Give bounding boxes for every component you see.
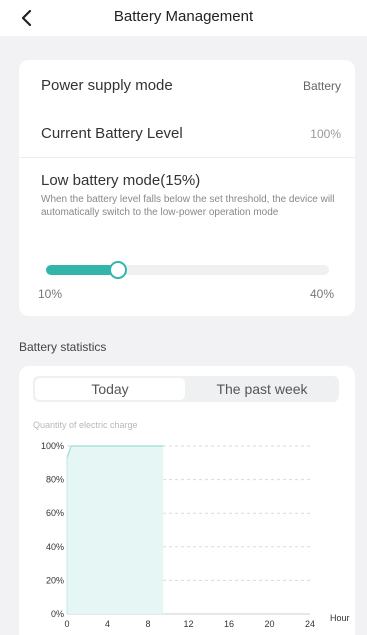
y-tick-label: 0%	[51, 609, 64, 619]
x-tick-label: 12	[183, 619, 193, 629]
y-tick-label: 20%	[46, 575, 64, 585]
top-bar: Battery Management	[0, 0, 367, 36]
x-tick-label: 4	[105, 619, 110, 629]
y-tick-label: 80%	[46, 475, 64, 485]
y-tick-label: 100%	[41, 441, 64, 451]
battery-chart: 100% 80% 60% 40% 20% 0%0 4 8 12 16 20 24 Hour	[41, 441, 350, 629]
y-tick-label: 40%	[46, 542, 64, 552]
settings-card: Power supply mode Battery Current Batter…	[19, 60, 355, 316]
statistics-card: Today The past week Quantity of electric…	[19, 366, 355, 635]
slider-min-label: 10%	[38, 287, 63, 301]
power-supply-label: Power supply mode	[41, 77, 173, 94]
page-title: Battery Management	[113, 8, 254, 25]
divider	[19, 157, 355, 158]
x-tick-label: 0	[64, 619, 69, 629]
slider-fill	[46, 265, 118, 275]
y-tick-label: 60%	[46, 508, 64, 518]
x-tick-label: 24	[305, 619, 315, 629]
x-tick-label: 20	[264, 619, 274, 629]
series-area	[67, 446, 164, 614]
x-axis-label: Hour	[330, 613, 350, 623]
slider-max-label: 40%	[309, 287, 334, 301]
power-supply-value: Battery	[302, 79, 341, 93]
low-battery-description: When the battery level falls below the s…	[41, 194, 335, 218]
low-battery-slider[interactable]	[46, 261, 329, 279]
x-tick-label: 16	[224, 619, 234, 629]
battery-level-label: Current Battery Level	[41, 125, 183, 142]
battery-statistics-title: Battery statistics	[19, 340, 107, 354]
slider-thumb[interactable]	[108, 261, 127, 279]
x-tick-label: 8	[145, 619, 150, 629]
low-battery-mode-label: Low battery mode(15%)	[41, 172, 201, 189]
battery-level-value: 100%	[310, 127, 341, 141]
